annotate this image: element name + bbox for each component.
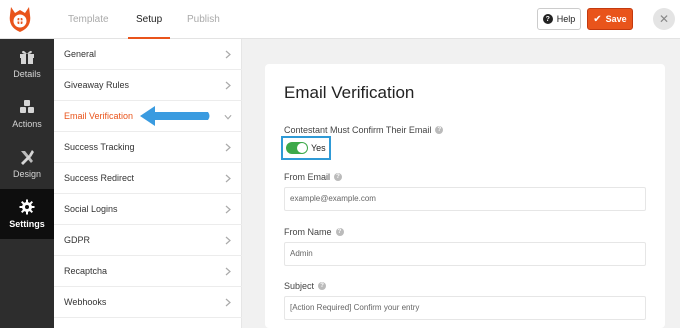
submenu-label: Social Logins — [64, 204, 118, 214]
from-email-label: From Email ? — [284, 172, 343, 182]
nav-label-design: Design — [12, 169, 41, 179]
from-name-field[interactable]: Admin — [284, 242, 646, 266]
design-icon — [21, 150, 34, 165]
gear-icon — [19, 199, 35, 215]
tab-setup[interactable]: Setup — [127, 0, 171, 39]
help-tooltip-icon[interactable]: ? — [335, 228, 344, 236]
help-tooltip-icon[interactable]: ? — [318, 282, 327, 290]
submenu-item-social-logins[interactable]: Social Logins — [54, 194, 242, 225]
chevron-right-icon — [224, 225, 232, 256]
pointer-arrow-icon — [140, 106, 210, 126]
chevron-right-icon — [224, 194, 232, 225]
submenu-item-success-tracking[interactable]: Success Tracking — [54, 132, 242, 163]
confirm-email-label: Contestant Must Confirm Their Email ? — [284, 125, 444, 135]
subject-field[interactable]: [Action Required] Confirm your entry — [284, 296, 646, 320]
settings-submenu: General Giveaway Rules Email Verificatio… — [54, 39, 242, 328]
chevron-down-icon — [224, 101, 232, 132]
email-verification-card: Email Verification Contestant Must Confi… — [265, 64, 665, 328]
checkmark-icon: ✔ — [593, 13, 602, 25]
help-tooltip-icon[interactable]: ? — [334, 173, 343, 181]
submenu-label: Webhooks — [64, 297, 107, 307]
from-name-label: From Name ? — [284, 227, 344, 237]
chevron-right-icon — [224, 39, 232, 70]
close-icon: ✕ — [658, 12, 670, 26]
submenu-item-giveaway-rules[interactable]: Giveaway Rules — [54, 70, 242, 101]
chevron-right-icon — [224, 287, 232, 318]
submenu-item-gdpr[interactable]: GDPR — [54, 225, 242, 256]
submenu-label: Success Redirect — [64, 173, 135, 183]
save-button-label: Save — [605, 14, 627, 24]
confirm-email-label-text: Contestant Must Confirm Their Email — [284, 125, 432, 135]
tab-publish[interactable]: Publish — [187, 0, 220, 39]
app-logo[interactable] — [0, 0, 39, 39]
top-bar: Template Setup Publish ? Help ✔ Save ✕ — [0, 0, 680, 39]
chevron-right-icon — [224, 70, 232, 101]
gift-icon — [20, 50, 34, 64]
submenu-item-general[interactable]: General — [54, 39, 242, 70]
close-button[interactable]: ✕ — [653, 8, 675, 30]
subject-label-text: Subject — [284, 281, 315, 291]
nav-item-actions[interactable]: Actions — [0, 89, 54, 139]
question-icon: ? — [542, 14, 553, 24]
tab-template[interactable]: Template — [68, 0, 109, 39]
nav-label-actions: Actions — [12, 119, 42, 129]
submenu-item-webhooks[interactable]: Webhooks — [54, 287, 242, 318]
submenu-label: General — [64, 49, 97, 59]
chevron-right-icon — [224, 256, 232, 287]
help-button-label: Help — [556, 14, 576, 24]
chevron-right-icon — [224, 132, 232, 163]
submenu-item-recaptcha[interactable]: Recaptcha — [54, 256, 242, 287]
submenu-label: Success Tracking — [64, 142, 135, 152]
rafflepress-logo-icon — [9, 6, 30, 32]
help-tooltip-icon[interactable]: ? — [435, 126, 444, 134]
nav-label-details: Details — [13, 69, 41, 79]
toggle-switch[interactable] — [286, 142, 308, 154]
help-button[interactable]: ? Help — [537, 8, 581, 30]
toggle-label: Yes — [311, 143, 326, 153]
submenu-label: Email Verification — [64, 111, 134, 121]
from-name-label-text: From Name — [284, 227, 332, 237]
from-email-label-text: From Email — [284, 172, 331, 182]
from-email-field[interactable]: example@example.com — [284, 187, 646, 211]
left-nav: Details Actions Design Settings — [0, 39, 54, 328]
confirm-email-toggle[interactable]: Yes — [281, 136, 331, 160]
submenu-label: Giveaway Rules — [64, 80, 130, 90]
nav-label-settings: Settings — [9, 219, 45, 229]
actions-icon — [20, 100, 34, 113]
submenu-label: Recaptcha — [64, 266, 108, 276]
page-title: Email Verification — [284, 83, 415, 102]
chevron-right-icon — [224, 163, 232, 194]
nav-item-details[interactable]: Details — [0, 39, 54, 89]
save-button[interactable]: ✔ Save — [587, 8, 633, 30]
submenu-label: GDPR — [64, 235, 91, 245]
nav-item-design[interactable]: Design — [0, 139, 54, 189]
nav-item-settings[interactable]: Settings — [0, 189, 54, 239]
submenu-item-success-redirect[interactable]: Success Redirect — [54, 163, 242, 194]
subject-label: Subject ? — [284, 281, 327, 291]
